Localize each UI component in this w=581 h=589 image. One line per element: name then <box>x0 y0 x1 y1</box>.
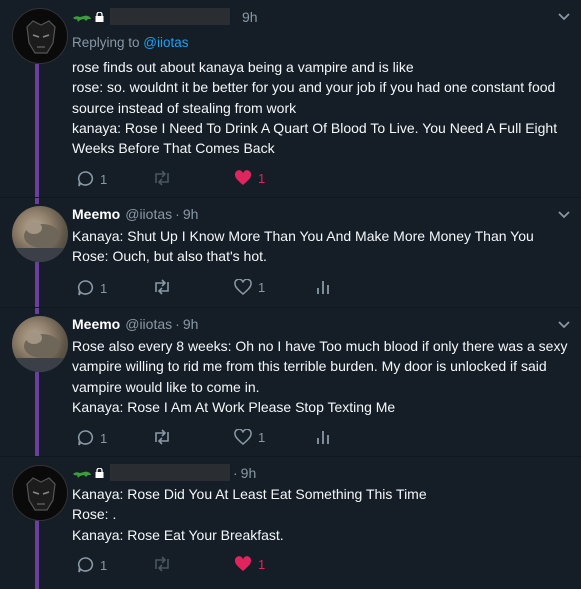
lock-icon <box>95 11 104 22</box>
retweet-icon <box>155 170 169 186</box>
author-name[interactable]: Meemo <box>72 316 120 332</box>
tweet[interactable]: · 9h Kanaya: Rose Did You At Least Eat S… <box>0 457 581 589</box>
reply-icon <box>77 280 94 296</box>
like-button[interactable]: 1 <box>234 556 265 572</box>
reply-button[interactable]: 1 <box>76 279 107 297</box>
tweet[interactable]: Meemo @iiotas · 9h Kanaya: Shut Up I Kno… <box>0 198 581 307</box>
avatar[interactable] <box>12 465 68 521</box>
like-button[interactable]: 1 <box>234 429 265 445</box>
tweet-header: · 9h <box>72 464 256 481</box>
chevron-down-icon[interactable] <box>557 210 571 220</box>
tweet-line: vampire would like to come in. <box>72 378 260 395</box>
retweet-button[interactable] <box>152 556 178 572</box>
heart-icon <box>234 556 252 571</box>
tweet-line: Kanaya: Rose Did You At Least Eat Someth… <box>72 486 427 502</box>
like-count: 1 <box>258 556 266 572</box>
like-count: 1 <box>258 170 266 186</box>
like-button[interactable]: 1 <box>234 279 265 295</box>
retweet-icon <box>155 429 169 445</box>
reply-icon <box>77 171 94 187</box>
lizard-icon <box>73 471 91 478</box>
avatar[interactable] <box>12 316 68 372</box>
tweet[interactable]: Meemo @iiotas · 9h Rose also every 8 wee… <box>0 308 581 456</box>
reply-icon <box>77 557 94 573</box>
tweet-line: rose finds out about kanaya being a vamp… <box>72 59 414 75</box>
analytics-icon <box>317 281 329 294</box>
replying-to: Replying to @iiotas <box>72 35 189 50</box>
separator-dot: · <box>233 464 238 481</box>
replying-prefix: Replying to <box>72 35 144 50</box>
author-name[interactable]: Meemo <box>72 206 120 222</box>
tweet[interactable]: 9h Replying to @iiotas rose finds out ab… <box>0 0 581 197</box>
retweet-button[interactable] <box>152 429 178 445</box>
analytics-icon <box>317 431 329 444</box>
author-handle[interactable]: @iiotas <box>125 206 172 222</box>
tweet-header: 9h <box>72 8 258 25</box>
reply-count: 1 <box>100 171 108 187</box>
tweet-body: rose finds out about kanaya being a vamp… <box>72 57 572 158</box>
heart-icon <box>234 429 252 445</box>
tweet-line: vampire willing to rid me from this terr… <box>72 358 547 375</box>
reply-button[interactable]: 1 <box>76 429 107 447</box>
separator-dot: · <box>175 316 180 332</box>
tweet-line: Kanaya: Rose Eat Your Breakfast. <box>72 526 284 543</box>
tweet-time[interactable]: 9h <box>183 206 199 222</box>
analytics-button[interactable] <box>316 279 330 295</box>
tweet-line: Rose: . <box>72 506 117 523</box>
tweet-header: Meemo @iiotas · 9h <box>72 316 198 332</box>
lock-icon <box>95 467 104 478</box>
reply-count: 1 <box>100 430 108 446</box>
mention-link[interactable]: @iiotas <box>143 35 188 50</box>
retweet-button[interactable] <box>152 170 178 186</box>
tweet-line: rose: so. wouldnt it be better for you a… <box>72 79 556 96</box>
tweet-time[interactable]: 9h <box>183 316 199 332</box>
chevron-down-icon[interactable] <box>557 12 571 22</box>
avatar[interactable] <box>12 8 68 64</box>
reply-count: 1 <box>100 557 108 573</box>
tweet-line: Weeks Before That Comes Back <box>72 140 275 157</box>
tweet-header: Meemo @iiotas · 9h <box>72 206 198 222</box>
tweet-line: kanaya: Rose I Need To Drink A Quart Of … <box>72 119 558 136</box>
tweet-body: Rose also every 8 weeks: Oh no I have To… <box>72 336 572 417</box>
tweet-line: Kanaya: Shut Up I Know More Than You And… <box>72 228 534 244</box>
like-count: 1 <box>258 429 266 445</box>
heart-icon <box>234 170 252 185</box>
like-count: 1 <box>258 279 266 295</box>
chevron-down-icon[interactable] <box>557 320 571 330</box>
reply-count: 1 <box>100 280 108 296</box>
lizard-icon <box>73 15 91 22</box>
separator-dot: · <box>175 206 180 222</box>
tweet-body: Kanaya: Rose Did You At Least Eat Someth… <box>72 484 572 545</box>
analytics-button[interactable] <box>316 429 330 445</box>
reply-button[interactable]: 1 <box>76 170 107 188</box>
author-handle[interactable]: @iiotas <box>125 316 172 332</box>
retweet-icon <box>155 556 169 572</box>
retweet-button[interactable] <box>152 279 178 295</box>
tweet-line: Rose also every 8 weeks: Oh no I have To… <box>72 338 568 354</box>
like-button[interactable]: 1 <box>234 170 265 186</box>
heart-icon <box>234 279 252 295</box>
redacted-name <box>110 8 230 25</box>
tweet-time[interactable]: 9h <box>242 9 258 25</box>
retweet-icon <box>155 279 169 295</box>
reply-icon <box>77 430 94 446</box>
reply-button[interactable]: 1 <box>76 556 107 574</box>
tweet-time[interactable]: 9h <box>241 465 257 481</box>
tweet-line: Rose: Ouch, but also that's hot. <box>72 248 267 265</box>
tweet-body: Kanaya: Shut Up I Know More Than You And… <box>72 226 572 267</box>
tweet-line: source instead of stealing from work <box>72 99 297 116</box>
tweet-line: Kanaya: Rose I Am At Work Please Stop Te… <box>72 398 396 415</box>
avatar[interactable] <box>12 206 68 262</box>
redacted-name <box>110 464 230 481</box>
